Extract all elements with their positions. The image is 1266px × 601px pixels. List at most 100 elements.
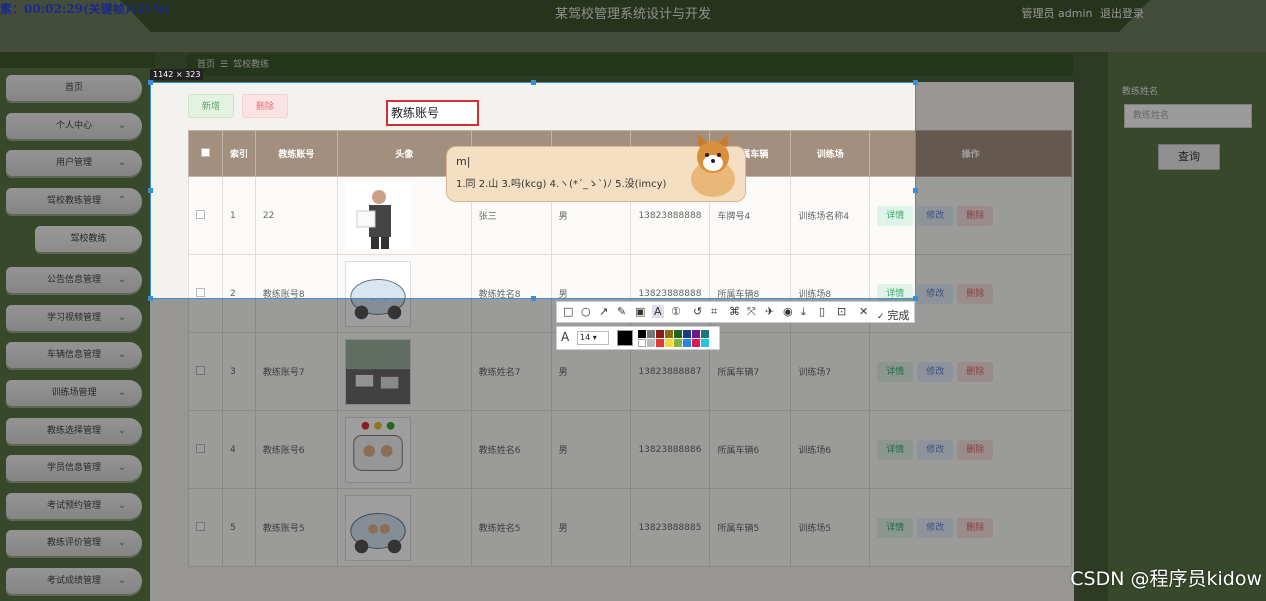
font-size-select[interactable]: 14 ▾ — [577, 331, 609, 345]
sidebar-item-coach-review[interactable]: 教练评价管理 ⌄ — [6, 530, 142, 556]
search-panel: 教练姓名 教练姓名 查询 — [1108, 52, 1266, 601]
delete-button[interactable]: 删除 — [957, 517, 994, 538]
chevron-down-icon: ⌄ — [117, 157, 126, 168]
row-select-cell[interactable] — [188, 488, 223, 567]
translate-icon[interactable]: ⌘ — [729, 305, 740, 318]
avatar — [344, 338, 411, 405]
cell-vehicle: 所属车辆7 — [709, 332, 792, 411]
chevron-down-icon: ⌄ — [117, 349, 126, 360]
annotation-text-input[interactable]: 教练账号 — [386, 100, 479, 126]
color-swatch[interactable] — [656, 339, 664, 347]
long-screenshot-icon[interactable]: ⤧ — [747, 305, 756, 319]
watermark: CSDN @程序员kidow — [1070, 568, 1262, 590]
resize-handle[interactable] — [148, 296, 153, 301]
sidebar-item-coach-mgmt[interactable]: 驾校教练管理 ⌃ — [6, 188, 142, 214]
rectangle-tool-icon[interactable]: □ — [563, 305, 573, 318]
pen-tool-icon[interactable]: ✎ — [617, 305, 626, 318]
row-checkbox[interactable] — [196, 365, 205, 375]
resize-handle[interactable] — [913, 188, 918, 193]
color-swatch[interactable] — [701, 330, 709, 338]
cell-name: 教练姓名6 — [470, 410, 552, 489]
resize-handle[interactable] — [913, 80, 918, 85]
sidebar-top-strip — [0, 52, 155, 68]
edit-button[interactable]: 修改 — [917, 283, 954, 304]
table-row: 4 教练账号6 教练姓名6 男 13823888886 所属车辆6 训练场6 详… — [188, 410, 1072, 489]
bookmark-icon[interactable]: ⊡ — [837, 305, 846, 318]
done-button[interactable]: ✓ 完成 — [877, 307, 909, 323]
delete-button[interactable]: 删除 — [957, 205, 994, 226]
sidebar-item-home[interactable]: 首页 — [6, 75, 142, 101]
resize-handle[interactable] — [148, 80, 153, 85]
row-checkbox[interactable] — [196, 443, 205, 453]
color-swatch[interactable] — [692, 330, 700, 338]
color-swatch[interactable] — [701, 339, 709, 347]
sidebar-item-users[interactable]: 用户管理 ⌄ — [6, 150, 142, 176]
color-swatch[interactable] — [674, 330, 682, 338]
color-swatch[interactable] — [647, 339, 655, 347]
search-button[interactable]: 查询 — [1158, 144, 1220, 170]
color-swatch[interactable] — [638, 339, 646, 347]
row-select-cell[interactable] — [188, 410, 223, 489]
phone-icon[interactable]: ▯ — [819, 305, 825, 318]
logout-link[interactable]: 退出登录 — [1100, 7, 1144, 20]
arrow-tool-icon[interactable]: ↗ — [599, 305, 608, 318]
edit-button[interactable]: 修改 — [917, 361, 954, 382]
delete-button[interactable]: 删除 — [957, 361, 994, 382]
ocr-icon[interactable]: ⌗ — [711, 305, 717, 319]
record-icon[interactable]: ◉ — [783, 305, 793, 318]
select-all-header-preview — [188, 130, 223, 177]
coach-name-search-input[interactable]: 教练姓名 — [1124, 104, 1252, 128]
edit-button[interactable]: 修改 — [917, 205, 954, 226]
text-tool-icon[interactable]: A — [652, 305, 664, 318]
resize-handle[interactable] — [531, 80, 536, 85]
undo-icon[interactable]: ↺ — [693, 305, 702, 318]
color-swatch[interactable] — [683, 330, 691, 338]
cell-vehicle: 所属车辆6 — [709, 410, 792, 489]
sidebar-item-exam-booking[interactable]: 考试预约管理 ⌄ — [6, 493, 142, 519]
edit-button[interactable]: 修改 — [917, 517, 954, 538]
color-swatch[interactable] — [647, 330, 655, 338]
sidebar-item-training-field[interactable]: 训练场管理 ⌄ — [6, 380, 142, 406]
current-color-swatch[interactable] — [617, 330, 633, 346]
detail-button[interactable]: 详情 — [877, 439, 914, 460]
detail-button[interactable]: 详情 — [877, 361, 914, 382]
color-swatch[interactable] — [674, 339, 682, 347]
sidebar-item-profile[interactable]: 个人中心 ⌄ — [6, 113, 142, 139]
row-checkbox[interactable] — [196, 521, 205, 531]
delete-button[interactable]: 删除 — [957, 283, 994, 304]
pin-icon[interactable]: ✈ — [765, 305, 774, 318]
color-swatch[interactable] — [683, 339, 691, 347]
table-row: 5 教练账号5 教练姓名5 男 13823888885 所属车辆5 训练场5 详… — [188, 488, 1072, 567]
download-icon[interactable]: ⤓ — [801, 305, 806, 319]
color-swatch[interactable] — [665, 339, 673, 347]
sidebar-item-label: 驾校教练管理 — [46, 196, 101, 206]
delete-button[interactable]: 删除 — [957, 439, 994, 460]
ellipse-tool-icon[interactable]: ○ — [581, 305, 591, 318]
cell-account: 教练账号7 — [254, 332, 338, 411]
detail-button[interactable]: 详情 — [877, 517, 914, 538]
cell-index: 3 — [221, 332, 256, 411]
sidebar-item-coach[interactable]: 驾校教练 — [35, 226, 142, 252]
color-swatch[interactable] — [656, 330, 664, 338]
cell-vehicle: 所属车辆5 — [709, 488, 792, 567]
sidebar-item-student[interactable]: 学员信息管理 ⌄ — [6, 455, 142, 481]
sidebar-item-exam-score[interactable]: 考试成绩管理 ⌄ — [6, 568, 142, 594]
cell-avatar — [336, 332, 472, 411]
color-swatch[interactable] — [665, 330, 673, 338]
cell-account: 22 — [254, 176, 338, 255]
ime-candidates[interactable]: 1.同 2.山 3.吗(kcg) 4.ヽ(*´_ゝ`)ﾉ 5.没(imcy) — [456, 175, 666, 190]
color-swatch[interactable] — [638, 330, 646, 338]
edit-button[interactable]: 修改 — [917, 439, 954, 460]
resize-handle[interactable] — [531, 296, 536, 301]
number-tool-icon[interactable]: ① — [671, 305, 681, 318]
font-icon: A — [561, 330, 570, 344]
resize-handle[interactable] — [148, 188, 153, 193]
sidebar-item-coach-choice[interactable]: 教练选择管理 ⌄ — [6, 418, 142, 444]
color-swatch[interactable] — [692, 339, 700, 347]
sidebar-item-vehicle[interactable]: 车辆信息管理 ⌄ — [6, 342, 142, 368]
mosaic-tool-icon[interactable]: ▣ — [635, 305, 645, 318]
close-icon[interactable]: ✕ — [859, 305, 868, 318]
sidebar-item-notice[interactable]: 公告信息管理 ⌄ — [6, 267, 142, 293]
row-select-cell[interactable] — [188, 332, 223, 411]
sidebar-item-video[interactable]: 学习视频管理 ⌄ — [6, 305, 142, 331]
